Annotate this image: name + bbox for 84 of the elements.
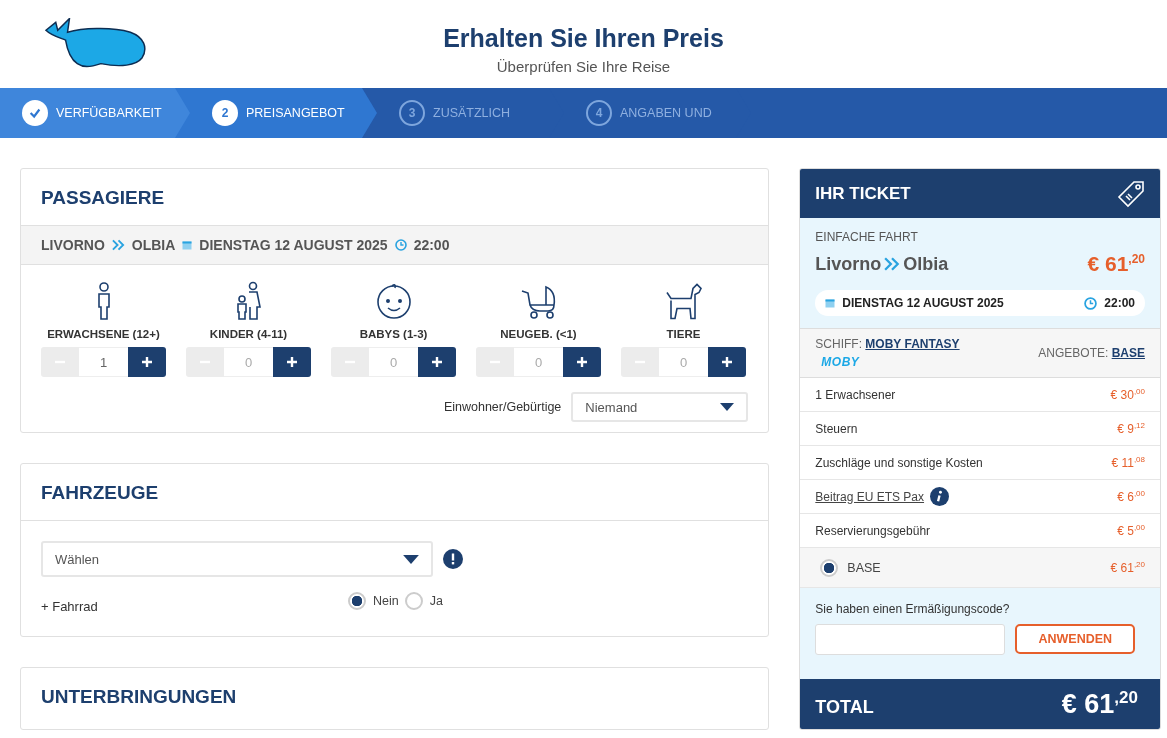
price-line-link[interactable]: Beitrag EU ETS Pax (815, 489, 925, 504)
step-number: 4 (586, 100, 612, 126)
offer-radio[interactable]: BASE (815, 558, 881, 577)
discount-code-field[interactable] (815, 624, 1006, 655)
passenger-type-label: ERWACHSENE (12+) (47, 328, 160, 340)
ship-link[interactable]: MOBY FANTASY (865, 337, 960, 351)
passenger-type-label: TIERE (666, 328, 701, 340)
plus-icon (141, 356, 153, 368)
section-title: PASSAGIERE (40, 186, 166, 210)
progress-step[interactable]: 2 PREISANGEBOT (190, 88, 377, 138)
total-label: TOTAL (815, 696, 874, 718)
departure-time: 22:00 (413, 237, 450, 253)
departure-date: DIENSTAG 12 AUGUST 2025 (842, 296, 1004, 310)
price-line-amount: € 5$^{,00}$ (1117, 523, 1145, 538)
calendar-icon (182, 240, 193, 250)
step-label: ANGABEN UND (620, 106, 712, 120)
step-label: VERFÜGBARKEIT (56, 106, 162, 120)
ticket-title: IHR TICKET (815, 183, 911, 204)
step-label: PREISANGEBOT (246, 106, 345, 120)
residents-dropdown[interactable]: Niemand (571, 392, 749, 422)
step-number: 3 (399, 100, 425, 126)
price-line-amount: € 6$^{,00}$ (1117, 489, 1145, 504)
dog-icon (665, 281, 702, 321)
price-line-label: Zuschläge und sonstige Kosten (815, 455, 983, 470)
price-line-label: 1 Erwachsener (815, 387, 896, 402)
increase-button[interactable] (273, 347, 311, 377)
offer-link[interactable]: BASE (1111, 346, 1145, 360)
passenger-type-label: KINDER (4-11) (209, 328, 288, 340)
price-line-amount: € 61$^{,20}$ (1110, 560, 1145, 575)
caret-icon (403, 554, 419, 564)
total-price: € 61$^{,20}$ (1061, 688, 1138, 720)
price-tag-icon (1116, 178, 1146, 209)
warning-icon (443, 549, 463, 569)
ticket-price: € 61$^{,20}$ (1087, 252, 1145, 276)
plus-icon (721, 356, 733, 368)
price-line-amount: € 9$^{,12}$ (1117, 421, 1145, 436)
double-chevron-icon (111, 239, 125, 251)
bicycle-label: + Fahrrad (41, 598, 99, 614)
increase-button[interactable] (128, 347, 166, 377)
plus-icon (431, 356, 443, 368)
calendar-icon (825, 298, 836, 308)
info-icon (930, 487, 950, 506)
departure-date: DIENSTAG 12 AUGUST 2025 (199, 237, 388, 253)
double-chevron-icon (884, 257, 901, 271)
vehicle-dropdown[interactable]: Wählen (41, 541, 433, 577)
caret-icon (720, 403, 735, 411)
arrival-port: OLBIA (131, 237, 176, 253)
plus-icon (576, 356, 588, 368)
passenger-type-label: NEUGEB. (<1) (500, 328, 577, 340)
section-title: FAHRZEUGE (21, 464, 769, 521)
discount-question: Sie haben einen Ermäßigungscode? (815, 602, 1011, 616)
price-line-amount: € 11$^{,08}$ (1111, 455, 1145, 470)
page-title: Erhalten Sie Ihren Preis (443, 24, 724, 53)
baby-face-icon (376, 281, 411, 321)
brand-logo: MOBY (821, 355, 861, 369)
person-icon (96, 281, 111, 321)
increase-button[interactable] (708, 347, 746, 377)
residents-label: Einwohner/Gebürtige (443, 400, 562, 414)
plus-icon (286, 356, 298, 368)
price-line-amount: € 30$^{,00}$ (1110, 387, 1145, 402)
increase-button[interactable] (418, 347, 456, 377)
ship-label: SCHIFF: (815, 337, 862, 351)
radio-option[interactable]: Nein (348, 591, 399, 610)
trip-type: EINFACHE FAHRT (815, 230, 919, 244)
price-line-label: Reservierungsgebühr (815, 523, 931, 538)
clock-icon (394, 239, 407, 251)
check-icon (22, 100, 48, 126)
step-number: 2 (212, 100, 238, 126)
price-line-label: Steuern (815, 421, 858, 436)
section-title: UNTERBRINGUNGEN (40, 685, 238, 709)
progress-step[interactable]: VERFÜGBARKEIT (0, 88, 190, 138)
step-label: ZUSÄTZLICH (433, 106, 511, 120)
clock-icon (1084, 296, 1098, 310)
departure-port: LIVORNO (41, 237, 105, 253)
arrival-port: Olbia (903, 253, 949, 275)
radio-option[interactable]: Ja (404, 591, 443, 610)
departure-port: Livorno (815, 253, 882, 275)
apply-button[interactable]: ANWENDEN (1015, 624, 1136, 654)
increase-button[interactable] (563, 347, 601, 377)
parent-child-icon (235, 281, 262, 321)
page-subtitle: Überprüfen Sie Ihre Reise (496, 58, 671, 75)
departure-time: 22:00 (1104, 296, 1135, 310)
offer-label: ANGEBOTE: (1038, 346, 1109, 360)
passenger-type-label: BABYS (1-3) (359, 328, 428, 340)
